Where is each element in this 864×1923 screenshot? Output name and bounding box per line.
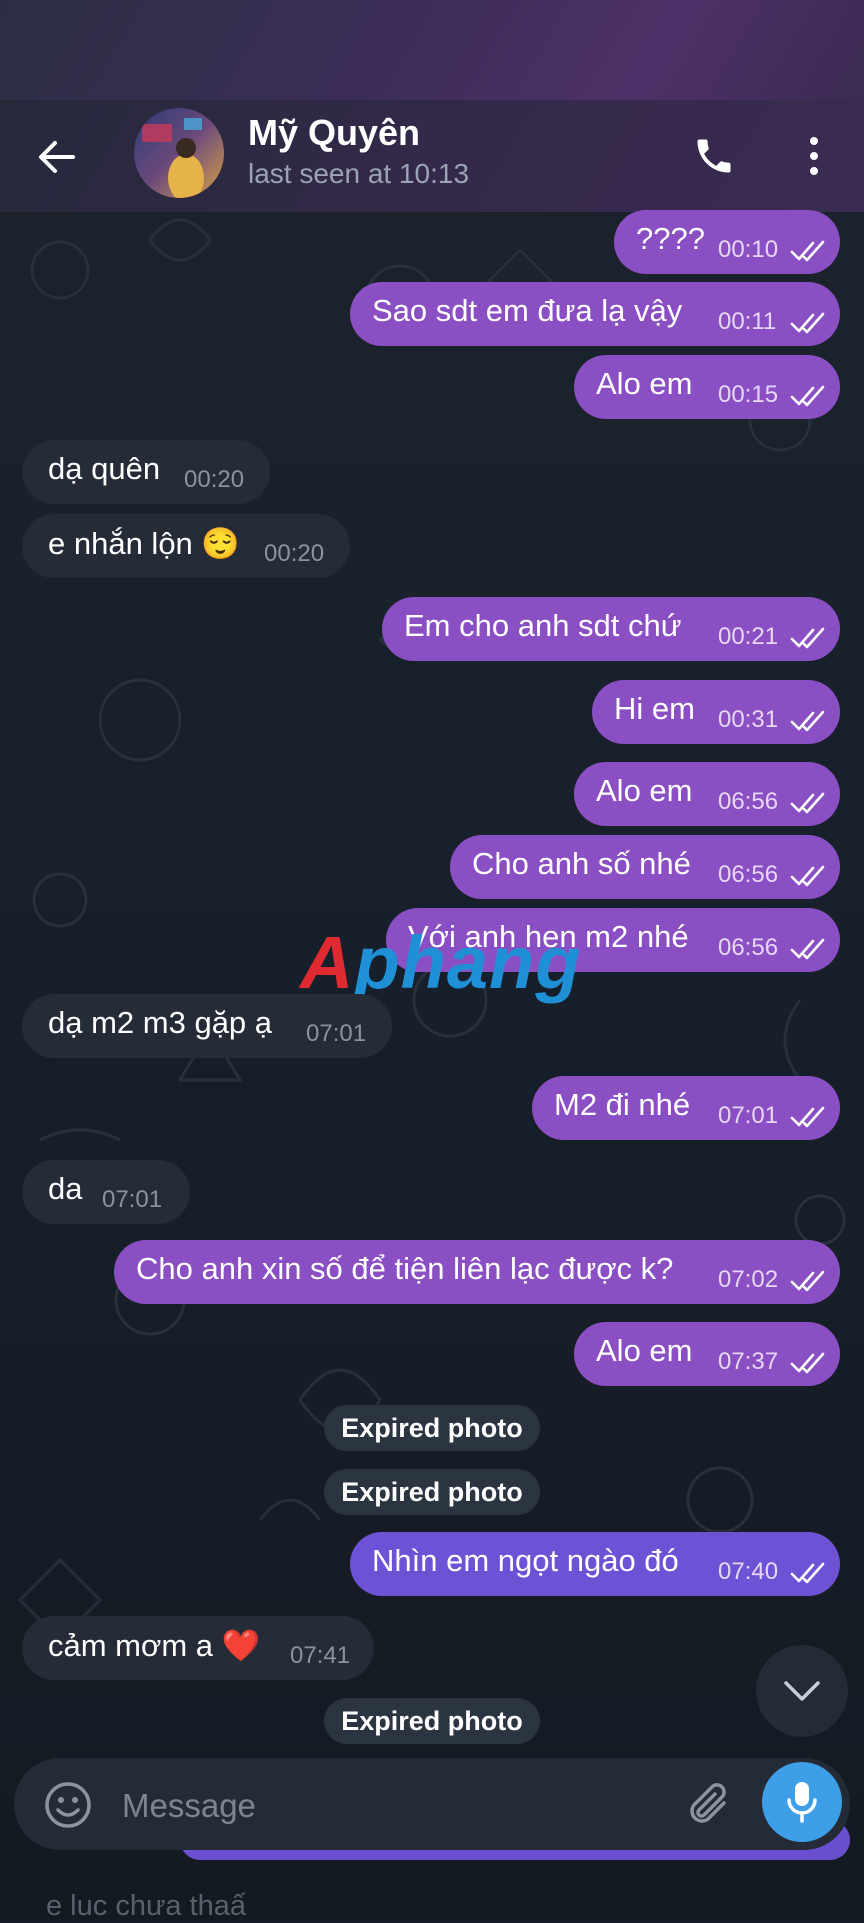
double-check-icon xyxy=(790,1270,825,1292)
message-time: 07:01 xyxy=(306,1020,367,1047)
message-time: 00:21 xyxy=(718,623,779,650)
message-time: 07:01 xyxy=(102,1186,163,1213)
message-time: 07:01 xyxy=(718,1102,779,1129)
message-text: Alo em xyxy=(596,773,693,808)
double-check-icon xyxy=(790,792,825,814)
message-outgoing[interactable]: Cho anh xin số để tiện liên lạc được k? … xyxy=(114,1240,840,1304)
message-outgoing[interactable]: Em cho anh sdt chứ 00:21 xyxy=(382,597,840,661)
message-time: 00:10 xyxy=(718,236,779,263)
message-time: 00:31 xyxy=(718,706,779,733)
message-text: Alo em xyxy=(596,1333,693,1368)
more-options-button[interactable] xyxy=(786,128,842,184)
message-outgoing[interactable]: ???? 00:10 xyxy=(614,210,840,274)
expired-photo-notice[interactable]: Expired photo xyxy=(324,1405,540,1451)
attach-button[interactable] xyxy=(680,1775,740,1835)
message-outgoing[interactable]: Cho anh số nhé 06:56 xyxy=(450,835,840,899)
message-text: Hi em xyxy=(614,691,695,726)
avatar-photo xyxy=(134,108,224,198)
message-outgoing[interactable]: M2 đi nhé 07:01 xyxy=(532,1076,840,1140)
message-text: e nhắn lộn 😌 xyxy=(48,526,241,561)
status-bar xyxy=(0,0,864,100)
back-button[interactable] xyxy=(30,130,84,184)
voice-record-button[interactable] xyxy=(762,1762,842,1842)
phone-icon xyxy=(697,139,731,173)
message-outgoing[interactable]: Sao sdt em đưa lạ vậy 00:11 xyxy=(350,282,840,346)
message-time: 00:15 xyxy=(718,381,779,408)
message-incoming[interactable]: da 07:01 xyxy=(22,1160,190,1224)
scroll-to-bottom-button[interactable] xyxy=(756,1645,848,1737)
message-time: 07:02 xyxy=(718,1266,779,1293)
message-outgoing[interactable]: Alo em 06:56 xyxy=(574,762,840,826)
message-text: dạ quên xyxy=(48,451,161,486)
message-time: 06:56 xyxy=(718,934,779,961)
message-incoming[interactable]: dạ quên 00:20 xyxy=(22,440,270,504)
emoji-button[interactable] xyxy=(40,1777,96,1833)
more-vertical-icon xyxy=(810,137,818,175)
double-check-icon xyxy=(790,1352,825,1374)
contact-name[interactable]: Mỹ Quyên xyxy=(248,112,420,154)
message-text: Cho anh xin số để tiện liên lạc được k? xyxy=(136,1251,674,1286)
double-check-icon xyxy=(790,1106,825,1128)
message-text: ???? xyxy=(636,221,705,256)
message-time: 06:56 xyxy=(718,788,779,815)
message-text: dạ m2 m3 gặp ạ xyxy=(48,1005,273,1040)
message-outgoing[interactable]: Hi em 00:31 xyxy=(592,680,840,744)
message-outgoing[interactable]: Alo em 00:15 xyxy=(574,355,840,419)
message-incoming[interactable]: e nhắn lộn 😌 00:20 xyxy=(22,514,350,578)
message-text: Sao sdt em đưa lạ vậy xyxy=(372,293,683,328)
message-text: Nhìn em ngọt ngào đó xyxy=(372,1543,679,1578)
message-text: Em cho anh sdt chứ xyxy=(404,608,682,643)
contact-last-seen: last seen at 10:13 xyxy=(248,158,470,189)
double-check-icon xyxy=(790,312,825,334)
expired-photo-notice[interactable]: Expired photo xyxy=(324,1698,540,1744)
message-time: 07:41 xyxy=(290,1642,351,1669)
double-check-icon xyxy=(790,385,825,407)
message-time: 07:37 xyxy=(718,1348,779,1375)
double-check-icon xyxy=(790,710,825,732)
watermark-logo: Aphang xyxy=(300,920,581,1005)
message-outgoing[interactable]: Alo em 07:37 xyxy=(574,1322,840,1386)
message-incoming[interactable]: cảm mơm a ❤️ 07:41 xyxy=(22,1616,374,1680)
emoji-icon xyxy=(45,1782,91,1828)
double-check-icon xyxy=(790,865,825,887)
message-text: cảm mơm a ❤️ xyxy=(48,1628,261,1663)
hidden-message-preview: e luc chưa thaấ xyxy=(46,1890,246,1922)
watermark-text: phang xyxy=(354,921,582,1004)
message-time: 06:56 xyxy=(718,861,779,888)
chevron-down-icon xyxy=(784,1681,820,1701)
expired-photo-notice[interactable]: Expired photo xyxy=(324,1469,540,1515)
message-time: 07:40 xyxy=(718,1558,779,1585)
message-incoming[interactable]: dạ m2 m3 gặp ạ 07:01 xyxy=(22,994,392,1058)
microphone-icon xyxy=(787,1782,817,1823)
message-time: 00:20 xyxy=(264,540,325,567)
message-text: M2 đi nhé xyxy=(554,1087,691,1122)
message-outgoing[interactable]: Nhìn em ngọt ngào đó 07:40 xyxy=(350,1532,840,1596)
paperclip-icon xyxy=(690,1783,726,1823)
double-check-icon xyxy=(790,938,825,960)
message-text: Alo em xyxy=(596,366,693,401)
contact-avatar[interactable] xyxy=(134,108,224,198)
call-button[interactable] xyxy=(686,128,742,184)
double-check-icon xyxy=(790,240,825,262)
message-input[interactable] xyxy=(120,1780,664,1832)
back-arrow-icon xyxy=(39,141,75,173)
message-text: Cho anh số nhé xyxy=(472,846,691,881)
double-check-icon xyxy=(790,627,825,649)
double-check-icon xyxy=(790,1562,825,1584)
message-text: da xyxy=(48,1171,83,1206)
watermark-letter: A xyxy=(300,921,355,1004)
message-time: 00:20 xyxy=(184,466,245,493)
message-time: 00:11 xyxy=(718,308,777,335)
